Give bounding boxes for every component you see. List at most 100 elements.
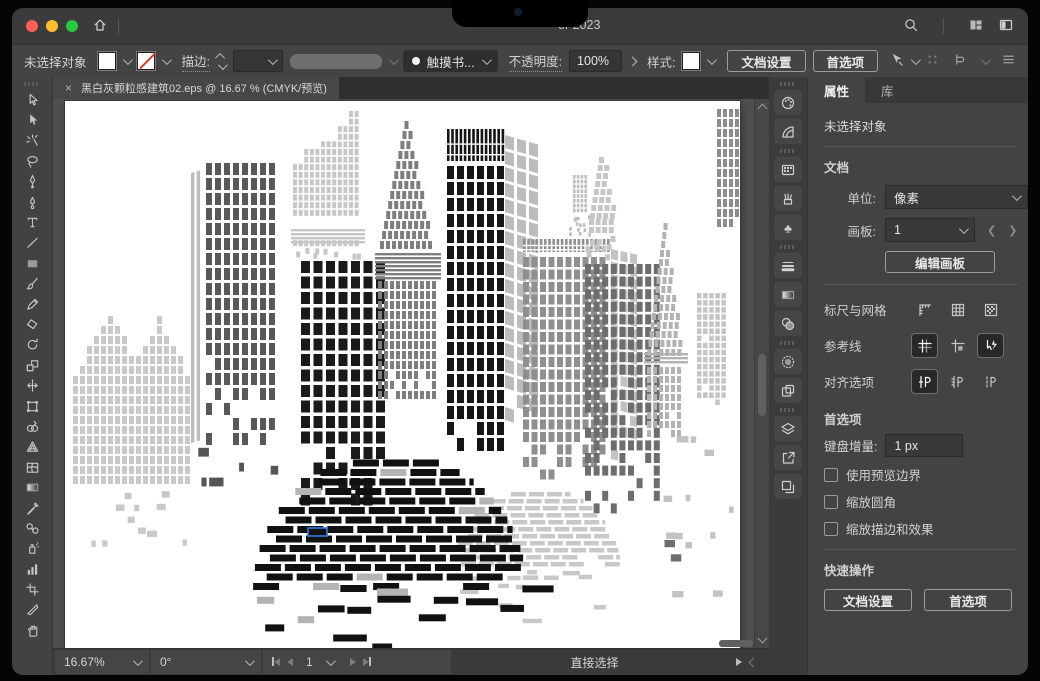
stroke-weight-field[interactable] [233,50,283,72]
tool-mesh[interactable] [18,457,46,477]
next-artboard-icon[interactable]: ❯ [1008,224,1017,237]
zoom-window-button[interactable] [66,20,78,32]
dots-grid-icon[interactable] [925,52,940,70]
tool-symbol-sprayer[interactable] [18,539,46,559]
chevron-down-icon[interactable] [981,55,991,65]
chevron-down-icon[interactable] [389,55,399,65]
minimize-window-button[interactable] [46,20,58,32]
tools-grip[interactable] [24,82,40,86]
panel-group-grip[interactable] [780,245,796,249]
tool-rotate[interactable] [18,335,46,355]
search-icon[interactable] [903,17,919,36]
tool-shape-builder[interactable] [18,416,46,436]
tab-libraries[interactable]: 库 [865,77,910,103]
tool-graph[interactable] [18,559,46,579]
chevron-left-icon[interactable] [749,657,759,667]
zoom-level-dropdown[interactable]: 16.67% [55,650,149,674]
brushes-icon[interactable] [774,186,802,211]
artboard-list-icon[interactable] [326,656,336,666]
style-swatch[interactable] [682,52,700,70]
last-artboard-button[interactable] [363,655,371,669]
tool-pencil[interactable] [18,294,46,314]
checkbox-2[interactable] [824,522,838,536]
color-panel-icon[interactable] [774,90,802,115]
layers-icon[interactable] [774,416,802,441]
tool-line[interactable] [18,233,46,253]
brush-definition-dropdown[interactable]: 触摸书... [403,50,498,72]
vertical-scrollbar[interactable] [754,99,769,648]
chevron-down-icon[interactable] [161,55,171,65]
checkbox-1[interactable] [824,495,838,509]
prev-artboard-button[interactable] [287,655,293,669]
fill-color-swatch[interactable] [98,52,116,70]
artboard-canvas[interactable] [65,101,740,648]
pixel-grid-button[interactable] [978,298,1003,321]
tool-lasso[interactable] [18,151,46,171]
chevron-down-icon[interactable] [707,55,717,65]
snap-glyph-button[interactable] [978,370,1003,393]
tool-type[interactable] [18,212,46,232]
corner-ruler-button[interactable] [912,298,937,321]
checkbox-0[interactable] [824,468,838,482]
opacity-field[interactable]: 100% [569,50,622,72]
artboard-number[interactable]: 1 [306,655,313,669]
tool-direct-selection[interactable] [18,110,46,130]
rotation-dropdown[interactable]: 0° [151,650,261,674]
tool-perspective-grid[interactable] [18,437,46,457]
brush-preview[interactable] [290,54,382,69]
tool-pen[interactable] [18,172,46,192]
tool-slice[interactable] [18,600,46,620]
tool-hand[interactable] [18,620,46,640]
close-tab-icon[interactable]: × [65,81,72,95]
gradient-panel-icon[interactable] [774,282,802,307]
tool-eraser[interactable] [18,314,46,334]
select-similar-icon[interactable] [889,52,904,70]
workspace-switcher-icon[interactable] [968,17,984,36]
graphic-styles-icon[interactable] [774,378,802,403]
tool-paintbrush[interactable] [18,274,46,294]
tool-magic-wand[interactable] [18,131,46,151]
panel-group-grip[interactable] [780,341,796,345]
tool-rectangle[interactable] [18,253,46,273]
tool-eyedropper[interactable] [18,498,46,518]
stroke-color-swatch[interactable] [137,52,155,70]
tool-width[interactable] [18,375,46,395]
prev-artboard-icon[interactable]: ❮ [987,224,996,237]
keyboard-increment-field[interactable]: 1 px [885,434,963,457]
next-artboard-button[interactable] [350,655,356,669]
appearance-icon[interactable] [774,349,802,374]
quick-document-setup-button[interactable]: 文档设置 [824,589,912,611]
canvas-area[interactable] [53,99,769,648]
tool-selection[interactable] [18,90,46,110]
tool-curvature[interactable] [18,192,46,212]
close-window-button[interactable] [26,20,38,32]
snap-fast-button[interactable] [978,334,1003,357]
align-panel-icon[interactable] [953,52,968,70]
panel-group-grip[interactable] [780,408,796,412]
snap-grid-button[interactable] [945,370,970,393]
chevron-down-icon[interactable] [911,55,921,65]
stroke-weight-stepper[interactable] [217,53,226,70]
document-tab[interactable]: × 黑白灰颗粒感建筑02.eps @ 16.67 % (CMYK/预览) [53,77,339,99]
artboard-select[interactable]: 1 [885,218,975,242]
horizontal-scroll-thumb[interactable] [719,640,753,647]
tool-gradient[interactable] [18,477,46,497]
vertical-scroll-thumb[interactable] [758,354,766,416]
swatches-icon[interactable] [774,157,802,182]
chevron-right-icon[interactable] [628,56,638,66]
guides-icon-button[interactable] [912,334,937,357]
snap-point-button[interactable] [912,370,937,393]
first-artboard-button[interactable] [272,655,280,669]
document-setup-button[interactable]: 文档设置 [727,50,805,72]
artboards-icon[interactable] [774,474,802,499]
stroke-panel-icon[interactable] [774,253,802,278]
panel-group-grip[interactable] [780,149,796,153]
stroke-weight-label[interactable]: 描边: [182,51,210,72]
tool-free-transform[interactable] [18,396,46,416]
status-play-icon[interactable] [736,658,742,666]
export-icon[interactable] [774,445,802,470]
transparency-icon[interactable] [774,311,802,336]
scroll-down-icon[interactable] [758,634,768,644]
unit-select[interactable]: 像素 [885,185,1028,209]
symbols-icon[interactable]: ♣ [774,215,802,240]
